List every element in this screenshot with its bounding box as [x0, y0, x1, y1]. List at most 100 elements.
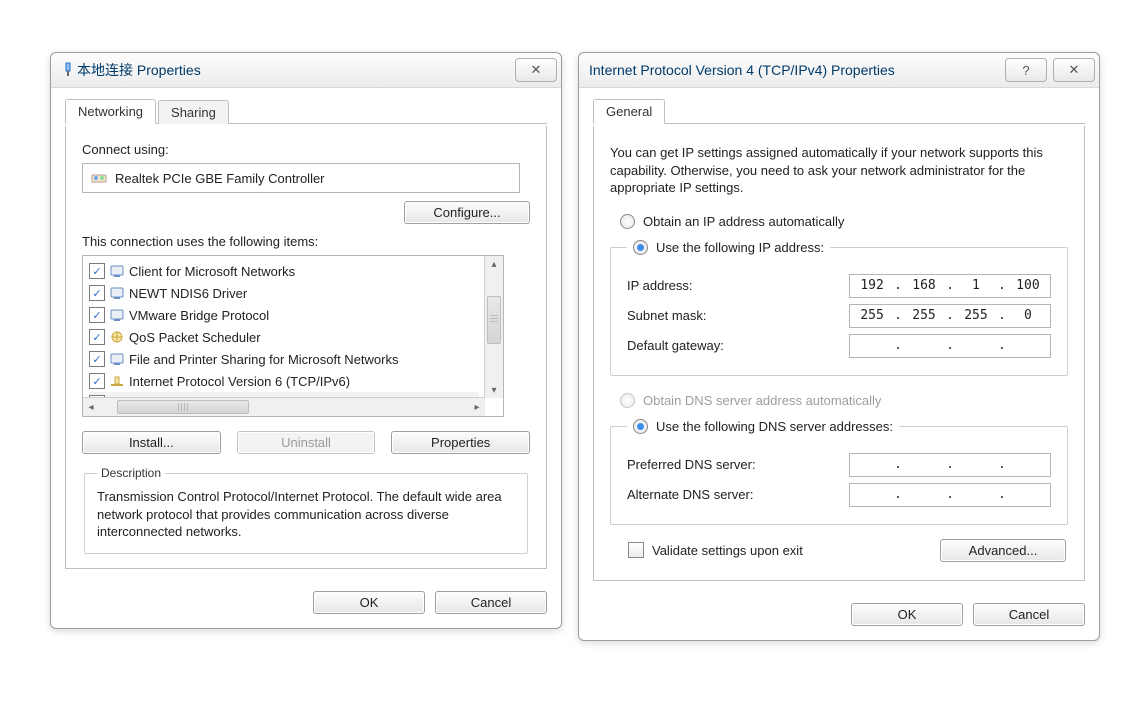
preferred-dns-field[interactable]: ...: [849, 453, 1051, 477]
ip-octet[interactable]: 255: [855, 308, 889, 323]
cancel-button[interactable]: Cancel: [435, 591, 547, 614]
ip-separator: .: [946, 278, 954, 293]
ip-separator: .: [946, 487, 954, 502]
ip-manual-label: Use the following IP address:: [656, 240, 824, 255]
scrollbar-thumb[interactable]: [487, 296, 501, 344]
description-text: Transmission Control Protocol/Internet P…: [97, 488, 515, 541]
component-icon: [109, 351, 125, 367]
close-button[interactable]: ✕: [1053, 58, 1095, 82]
cancel-button[interactable]: Cancel: [973, 603, 1085, 626]
validate-checkbox[interactable]: Validate settings upon exit: [628, 542, 803, 558]
radio-icon: [620, 214, 635, 229]
items-label: This connection uses the following items…: [82, 234, 530, 249]
list-item[interactable]: ✓ QoS Packet Scheduler: [89, 326, 479, 348]
dialog-title: 本地连接 Properties: [77, 60, 515, 80]
titlebar[interactable]: Internet Protocol Version 4 (TCP/IPv4) P…: [579, 53, 1099, 88]
list-item-label: Internet Protocol Version 6 (TCP/IPv6): [129, 374, 350, 389]
ip-manual-radio[interactable]: Use the following IP address:: [633, 237, 824, 259]
adapter-icon: [61, 62, 77, 78]
configure-button[interactable]: Configure...: [404, 201, 530, 224]
horizontal-scrollbar[interactable]: ◂ ▸: [83, 397, 485, 416]
checkbox-icon[interactable]: ✓: [89, 263, 105, 279]
properties-button[interactable]: Properties: [391, 431, 530, 454]
default-gateway-label: Default gateway:: [627, 338, 849, 353]
tab-general[interactable]: General: [593, 99, 665, 124]
vertical-scrollbar[interactable]: ▴ ▾: [484, 256, 503, 398]
component-icon: [109, 373, 125, 389]
ip-separator: .: [998, 308, 1006, 323]
tabstrip: General: [593, 98, 1085, 124]
list-item-label: Client for Microsoft Networks: [129, 264, 295, 279]
list-item-label: NEWT NDIS6 Driver: [129, 286, 247, 301]
ip-separator: .: [894, 457, 902, 472]
component-icon: [109, 285, 125, 301]
dns-manual-radio[interactable]: Use the following DNS server addresses:: [633, 416, 893, 438]
ip-octet[interactable]: 168: [907, 278, 941, 293]
description-group: Description Transmission Control Protoco…: [84, 466, 528, 554]
ip-octet[interactable]: 192: [855, 278, 889, 293]
close-button[interactable]: ✕: [515, 58, 557, 82]
ok-button[interactable]: OK: [851, 603, 963, 626]
connection-properties-dialog: 本地连接 Properties ✕ Networking Sharing Con…: [50, 52, 562, 629]
ip-octet[interactable]: 0: [1011, 308, 1045, 323]
adapter-field: Realtek PCIe GBE Family Controller: [82, 163, 520, 193]
radio-icon: [620, 393, 635, 408]
intro-text: You can get IP settings assigned automat…: [610, 144, 1068, 197]
ip-separator: .: [894, 278, 902, 293]
alternate-dns-field[interactable]: ...: [849, 483, 1051, 507]
checkbox-icon[interactable]: ✓: [89, 329, 105, 345]
networking-panel: Connect using: Realtek PCIe GBE Family C…: [65, 126, 547, 569]
list-item[interactable]: ✓File and Printer Sharing for Microsoft …: [89, 348, 479, 370]
ip-octet[interactable]: 255: [907, 308, 941, 323]
checkbox-icon[interactable]: ✓: [89, 307, 105, 323]
ip-separator: .: [946, 457, 954, 472]
scroll-down-icon[interactable]: ▾: [486, 382, 502, 398]
component-icon: [109, 307, 125, 323]
connect-using-label: Connect using:: [82, 142, 530, 157]
default-gateway-field[interactable]: ...: [849, 334, 1051, 358]
ip-auto-label: Obtain an IP address automatically: [643, 214, 844, 229]
list-item[interactable]: ✓ Client for Microsoft Networks: [89, 260, 479, 282]
list-item[interactable]: ✓ Internet Protocol Version 6 (TCP/IPv6): [89, 370, 479, 392]
ok-button[interactable]: OK: [313, 591, 425, 614]
checkbox-icon[interactable]: ✓: [89, 285, 105, 301]
install-button[interactable]: Install...: [82, 431, 221, 454]
ip-octet[interactable]: 1: [959, 278, 993, 293]
subnet-mask-label: Subnet mask:: [627, 308, 849, 323]
component-icon: [109, 263, 125, 279]
list-item[interactable]: ✓ NEWT NDIS6 Driver: [89, 282, 479, 304]
description-heading: Description: [97, 466, 165, 480]
help-button[interactable]: ?: [1005, 58, 1047, 82]
uninstall-button: Uninstall: [237, 431, 376, 454]
validate-label: Validate settings upon exit: [652, 543, 803, 558]
dns-auto-radio: Obtain DNS server address automatically: [620, 390, 1072, 412]
scroll-up-icon[interactable]: ▴: [486, 256, 502, 272]
advanced-button[interactable]: Advanced...: [940, 539, 1066, 562]
scroll-right-icon[interactable]: ▸: [469, 399, 485, 415]
radio-icon: [633, 240, 648, 255]
ip-octet[interactable]: 100: [1011, 278, 1045, 293]
adapter-name: Realtek PCIe GBE Family Controller: [115, 171, 325, 186]
preferred-dns-label: Preferred DNS server:: [627, 457, 849, 472]
list-item-label: QoS Packet Scheduler: [129, 330, 261, 345]
general-panel: You can get IP settings assigned automat…: [593, 126, 1085, 581]
ip-address-field[interactable]: 192. 168. 1. 100: [849, 274, 1051, 298]
subnet-mask-field[interactable]: 255. 255. 255. 0: [849, 304, 1051, 328]
ip-separator: .: [946, 308, 954, 323]
hscrollbar-thumb[interactable]: [117, 400, 249, 414]
ip-separator: .: [998, 278, 1006, 293]
ip-manual-group: Use the following IP address: IP address…: [610, 237, 1068, 376]
ip-separator: .: [894, 308, 902, 323]
scroll-left-icon[interactable]: ◂: [83, 399, 99, 415]
tab-networking[interactable]: Networking: [65, 99, 156, 124]
tab-sharing[interactable]: Sharing: [158, 100, 229, 124]
ip-octet[interactable]: 255: [959, 308, 993, 323]
tabstrip: Networking Sharing: [65, 98, 547, 124]
checkbox-icon[interactable]: ✓: [89, 373, 105, 389]
list-item[interactable]: ✓VMware Bridge Protocol: [89, 304, 479, 326]
items-listbox[interactable]: ✓ Client for Microsoft Networks ✓ NEWT NDIS…: [82, 255, 504, 417]
checkbox-icon[interactable]: ✓: [89, 351, 105, 367]
ip-auto-radio[interactable]: Obtain an IP address automatically: [620, 211, 1072, 233]
ip-separator: .: [894, 338, 902, 353]
titlebar[interactable]: 本地连接 Properties ✕: [51, 53, 561, 88]
